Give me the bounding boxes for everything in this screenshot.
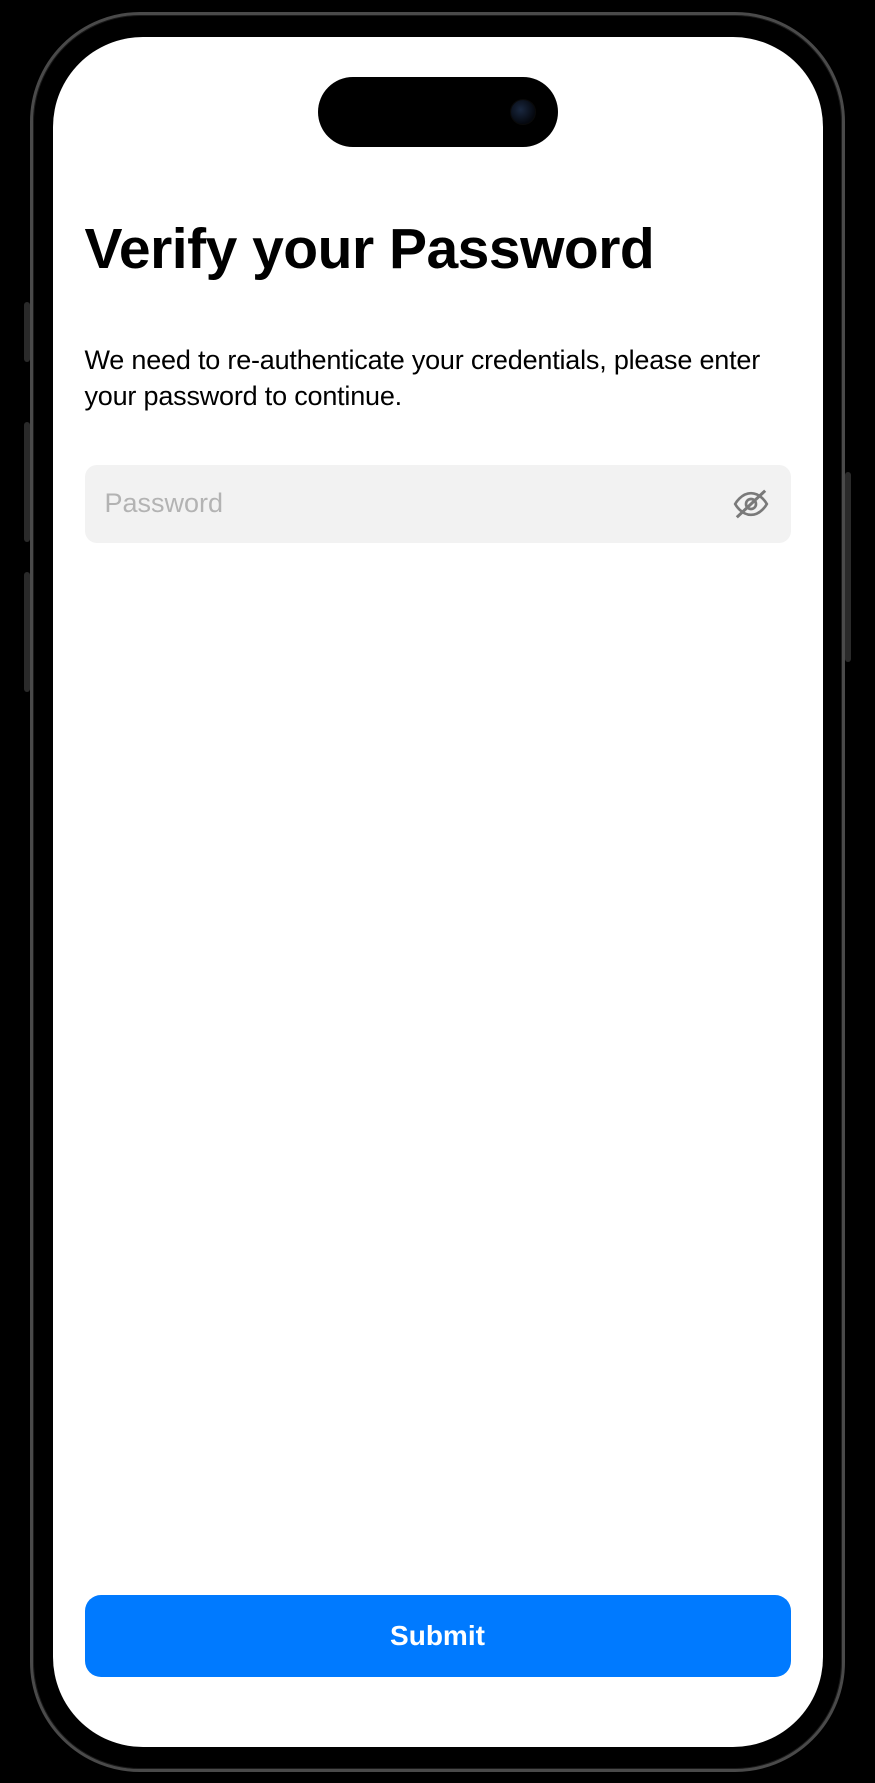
password-input[interactable]: [85, 465, 791, 543]
submit-button[interactable]: Submit: [85, 1595, 791, 1677]
device-frame: Verify your Password We need to re-authe…: [30, 12, 845, 1772]
dynamic-island: [318, 77, 558, 147]
toggle-password-visibility-button[interactable]: [729, 482, 773, 526]
eye-off-icon: [731, 484, 771, 524]
footer: Submit: [85, 1595, 791, 1747]
screen: Verify your Password We need to re-authe…: [53, 37, 823, 1747]
front-camera: [510, 99, 536, 125]
power-button: [845, 472, 851, 662]
main-content: Verify your Password We need to re-authe…: [85, 37, 791, 1595]
instruction-text: We need to re-authenticate your credenti…: [85, 342, 791, 415]
device-frame-outer: Verify your Password We need to re-authe…: [30, 12, 845, 1772]
app-root: Verify your Password We need to re-authe…: [53, 37, 823, 1747]
page-title: Verify your Password: [85, 217, 791, 283]
password-field-wrap: [85, 465, 791, 543]
